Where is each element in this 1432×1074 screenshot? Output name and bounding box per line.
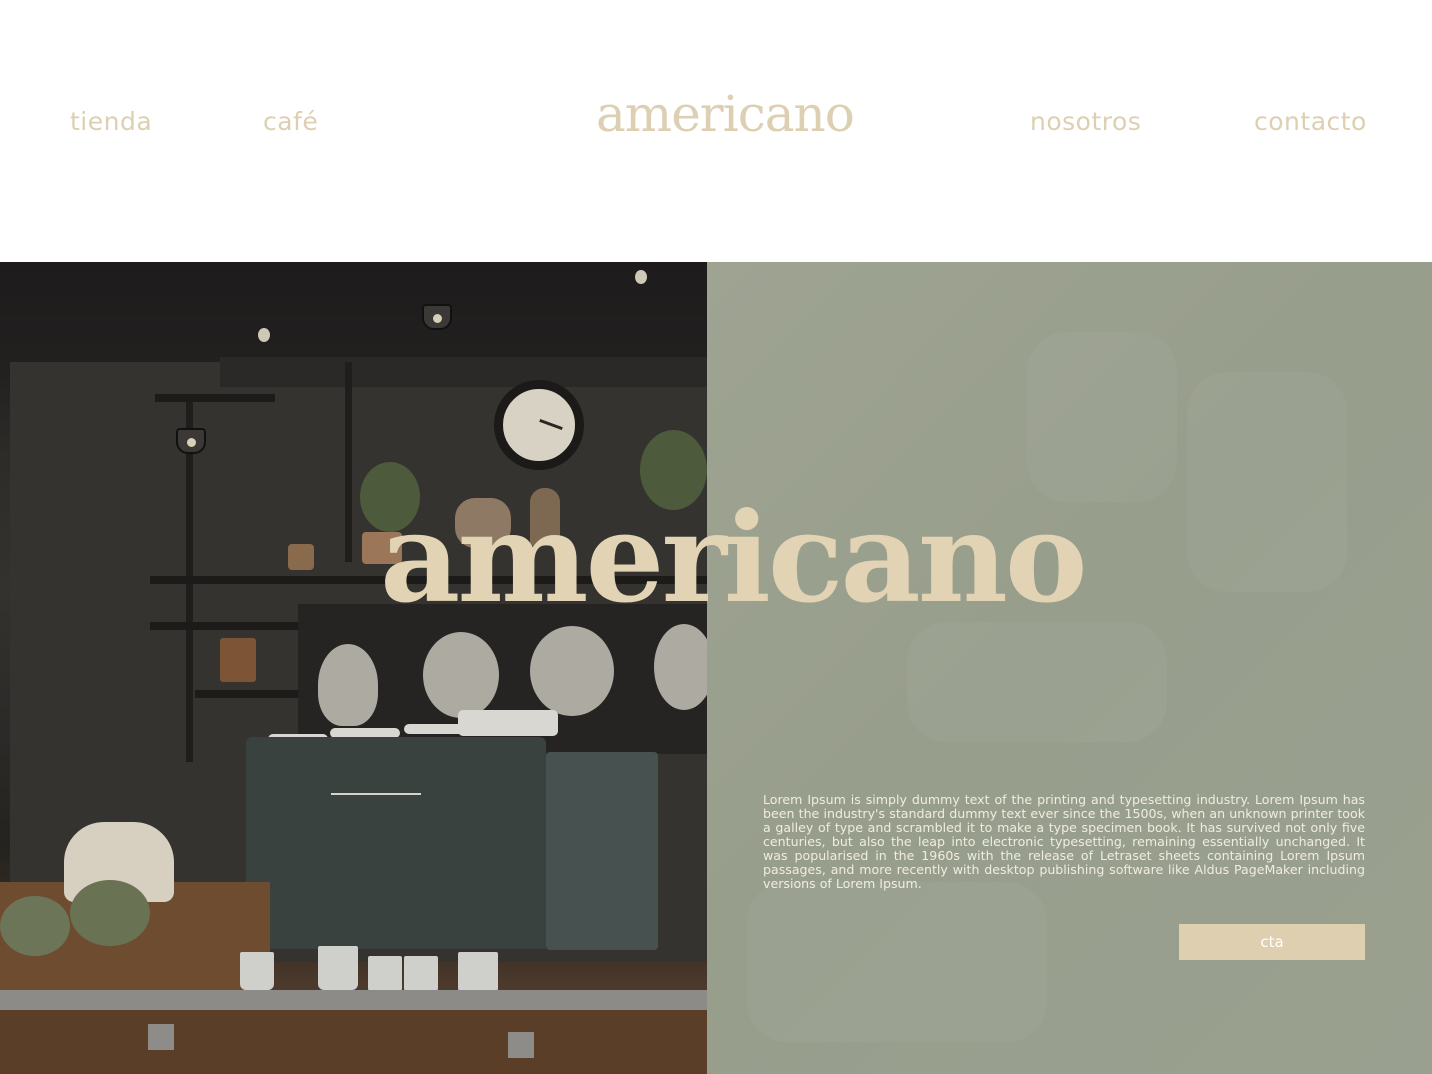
- hero-description: Lorem Ipsum is simply dummy text of the …: [763, 792, 1365, 891]
- nav-link-contacto[interactable]: contacto: [1254, 106, 1367, 138]
- pendant-lamp: [422, 304, 452, 330]
- saucer-stack: [458, 710, 558, 736]
- nav-link-tienda[interactable]: tienda: [70, 106, 152, 138]
- nav-link-nosotros[interactable]: nosotros: [1030, 106, 1141, 138]
- counter-top: [0, 990, 707, 1010]
- cta-button[interactable]: cta: [1179, 924, 1365, 960]
- panel-texture: [907, 622, 1167, 742]
- light-bulb: [635, 270, 647, 284]
- cup: [404, 956, 438, 994]
- shelf: [195, 690, 315, 698]
- nav-link-cafe[interactable]: café: [263, 106, 318, 138]
- wall-clock: [494, 380, 584, 470]
- flower-pot: [70, 880, 150, 946]
- panel-texture: [1027, 332, 1177, 502]
- machine-badge: [331, 779, 421, 795]
- header-logo[interactable]: americano: [596, 84, 855, 144]
- latte-art-heart: [654, 624, 707, 710]
- pendant-lamp: [176, 428, 206, 454]
- panel-texture: [747, 882, 1047, 1042]
- latte-art-leaf: [318, 644, 378, 726]
- cup: [318, 946, 358, 990]
- planter: [288, 544, 314, 570]
- saucer-stack: [404, 724, 464, 734]
- cup: [368, 956, 402, 994]
- photo-wall-top: [220, 357, 707, 387]
- hero-section: americano Lorem Ipsum is simply dummy te…: [0, 262, 1432, 1074]
- espresso-machine: [246, 737, 546, 949]
- outlet: [508, 1032, 534, 1058]
- flower-pot: [0, 896, 70, 956]
- latte-art-rosetta: [530, 626, 614, 716]
- clock-hand: [539, 418, 563, 431]
- shelf: [155, 394, 275, 402]
- hero-title: americano: [380, 486, 1088, 631]
- outlet: [148, 1024, 174, 1050]
- wood-counter: [0, 1010, 707, 1074]
- site-header: tienda café americano nosotros contacto: [0, 0, 1432, 262]
- coffee-grinder: [546, 752, 658, 950]
- latte-art-tulip: [423, 632, 499, 718]
- shelf-post: [345, 362, 352, 562]
- jar: [220, 638, 256, 682]
- light-bulb: [258, 328, 270, 342]
- cup: [240, 952, 274, 990]
- cup: [458, 952, 498, 994]
- hero-photo: [0, 262, 707, 1074]
- panel-texture: [1187, 372, 1347, 592]
